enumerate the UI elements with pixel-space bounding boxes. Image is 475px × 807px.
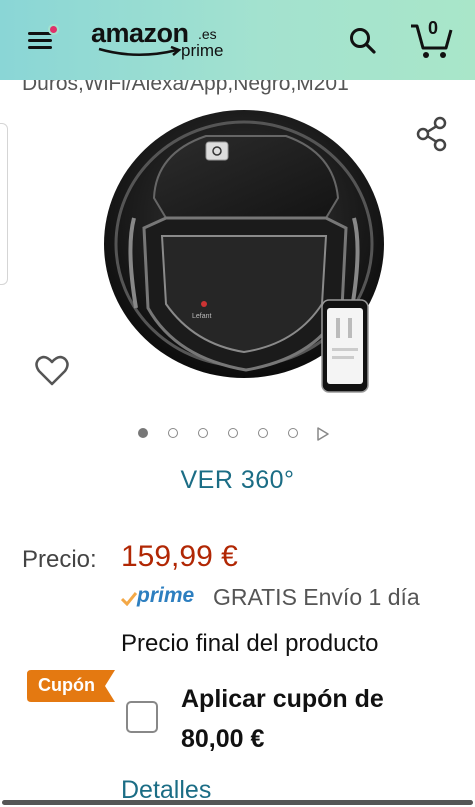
gallery-dot[interactable] <box>138 428 148 438</box>
menu-icon-bar <box>28 46 52 49</box>
product-image[interactable]: Lefant <box>96 108 386 400</box>
gallery-dot[interactable] <box>198 428 208 438</box>
share-icon <box>416 116 447 152</box>
heart-icon <box>35 355 69 386</box>
price-label: Precio: <box>22 546 97 573</box>
coupon-badge: Cupón <box>27 670 115 702</box>
prime-check-icon <box>121 592 137 606</box>
logo-word: amazon <box>91 18 189 48</box>
logo-tld: .es <box>198 26 217 42</box>
brand-logo-text: Lefant <box>192 313 212 320</box>
shipping-text: GRATIS Envío 1 día <box>213 584 420 610</box>
search-icon <box>350 28 376 54</box>
robot-vacuum-image: Lefant <box>104 110 384 393</box>
wishlist-button[interactable] <box>34 354 70 388</box>
gallery-dot[interactable] <box>258 428 268 438</box>
amazon-prime-logo[interactable]: amazon .es prime <box>91 18 231 64</box>
gallery-dot[interactable] <box>228 428 238 438</box>
menu-button[interactable] <box>26 24 60 54</box>
logo-prime: prime <box>181 41 224 60</box>
search-button[interactable] <box>348 26 378 56</box>
apply-coupon-text[interactable]: Aplicar cupón de <box>181 685 384 714</box>
apply-coupon-checkbox[interactable] <box>126 701 158 733</box>
final-price-note: Precio final del producto <box>121 630 379 657</box>
cart-count: 0 <box>428 18 439 38</box>
menu-icon-bar <box>28 39 52 42</box>
gallery-dot[interactable] <box>168 428 178 438</box>
home-indicator-bar <box>2 800 473 805</box>
smile-arrow-icon <box>98 46 182 56</box>
coupon-label: Cupón <box>38 675 95 695</box>
share-button[interactable] <box>415 116 449 152</box>
top-header: amazon .es prime 0 <box>0 0 475 80</box>
price-value: 159,99 € <box>121 540 238 573</box>
prime-badge: prime <box>137 584 195 607</box>
view-360-link[interactable]: VER 360° <box>0 466 475 495</box>
play-icon[interactable] <box>316 427 330 441</box>
notification-dot <box>48 24 59 35</box>
coupon-amount[interactable]: 80,00 € <box>181 725 264 754</box>
cart-button[interactable]: 0 <box>408 18 454 60</box>
side-panel-tab[interactable] <box>0 123 8 285</box>
gallery-dot[interactable] <box>288 428 298 438</box>
